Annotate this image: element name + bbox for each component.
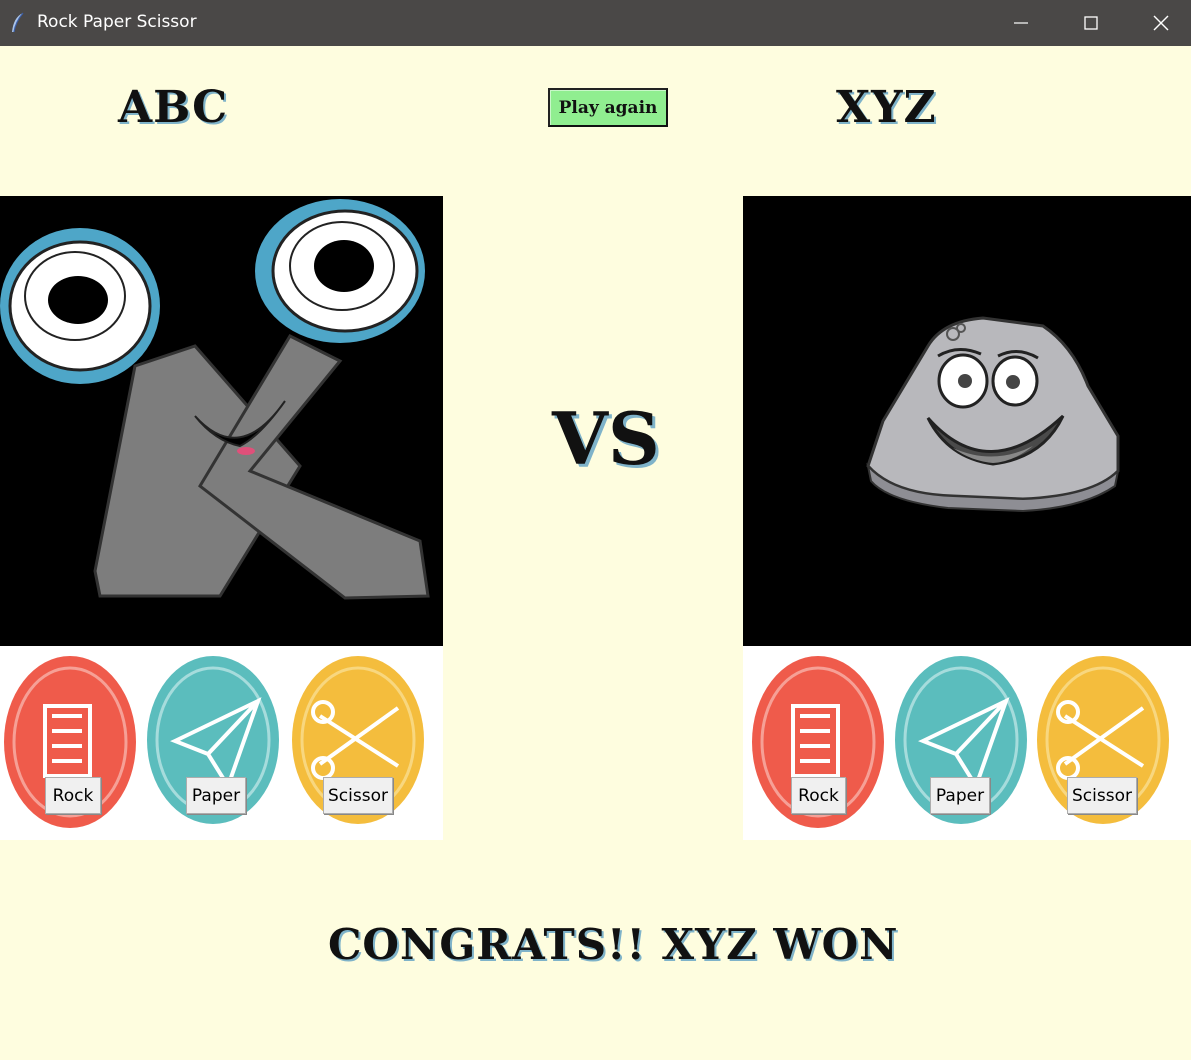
right-scissor-button[interactable]: Scissor [1067, 777, 1137, 814]
player-right-name: XYZ [836, 82, 937, 133]
left-rock-button[interactable]: Rock [45, 777, 101, 814]
minimize-icon [1014, 22, 1028, 24]
play-again-button[interactable]: Play again [548, 88, 668, 127]
left-scissor-button[interactable]: Scissor [323, 777, 393, 814]
maximize-icon [1084, 16, 1098, 30]
left-paper-button[interactable]: Paper [186, 777, 246, 814]
result-message: CONGRATS!! XYZ WON [328, 920, 899, 969]
feather-icon [12, 12, 24, 33]
window-title: Rock Paper Scissor [37, 12, 197, 32]
scissors-character-image [0, 199, 430, 600]
left-choice-display [0, 196, 443, 646]
player-left-name: ABC [118, 82, 229, 133]
maximize-button[interactable] [1056, 0, 1126, 46]
minimize-button[interactable] [986, 0, 1056, 46]
close-icon [1153, 15, 1169, 31]
title-bar: Rock Paper Scissor [0, 0, 1191, 46]
right-choice-display [743, 196, 1191, 646]
right-rock-button[interactable]: Rock [791, 777, 846, 814]
close-button[interactable] [1126, 0, 1191, 46]
versus-label: VS [552, 396, 660, 481]
rock-character-image [866, 316, 1120, 513]
right-paper-button[interactable]: Paper [930, 777, 990, 814]
